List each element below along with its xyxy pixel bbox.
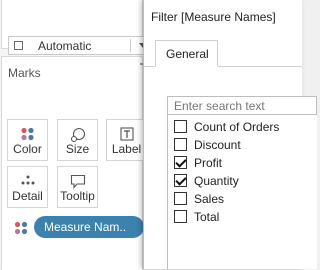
tooltip-button[interactable]: Tooltip (57, 166, 98, 208)
marks-title: Marks (8, 66, 41, 80)
checkbox[interactable] (174, 120, 187, 133)
measure-names-pill[interactable]: Measure Nam.. (34, 216, 144, 238)
detail-icon (21, 175, 34, 185)
color-dots-icon (14, 221, 28, 235)
size-icon (70, 127, 85, 143)
list-item-label: Sales (194, 192, 225, 206)
mark-type-label: Automatic (38, 39, 92, 53)
size-button[interactable]: Size (57, 119, 98, 161)
color-label: Color (13, 142, 42, 156)
checkbox[interactable] (174, 192, 187, 205)
automatic-mark-icon (14, 41, 23, 50)
label-label: Label (111, 142, 142, 156)
checkbox[interactable] (174, 210, 187, 223)
measure-values-list: Count of Orders Discount Profit Quantity… (167, 115, 317, 269)
label-button[interactable]: Label (106, 119, 147, 161)
tab-general[interactable]: General (155, 40, 218, 67)
detail-label: Detail (12, 189, 43, 203)
color-button[interactable]: Color (7, 119, 48, 161)
checkbox-checked[interactable] (174, 156, 187, 169)
tab-general-label: General (166, 47, 209, 61)
checkbox[interactable] (174, 138, 187, 151)
left-panel: Marks Automatic Color Size Label Detail … (0, 0, 150, 270)
tooltip-label: Tooltip (60, 189, 95, 203)
search-input[interactable] (167, 96, 317, 115)
detail-button[interactable]: Detail (7, 166, 48, 208)
list-item-label: Discount (194, 138, 241, 152)
list-item-label: Count of Orders (194, 120, 280, 134)
mark-type-dropdown[interactable]: Automatic (8, 36, 147, 55)
measure-names-pill-label: Measure Nam.. (44, 220, 127, 234)
label-icon (119, 127, 134, 141)
list-item-label: Quantity (194, 174, 239, 188)
list-item-label: Profit (194, 156, 223, 170)
dialog-title: Filter [Measure Names] (151, 10, 276, 24)
dropdown-separator (130, 39, 131, 52)
tooltip-icon (70, 174, 85, 189)
filter-dialog: Filter [Measure Names] General Count of … (143, 0, 317, 269)
checkbox-checked[interactable] (174, 174, 187, 187)
list-item-label: Total (194, 210, 220, 224)
size-label: Size (65, 142, 90, 156)
color-dots-icon (20, 127, 34, 141)
